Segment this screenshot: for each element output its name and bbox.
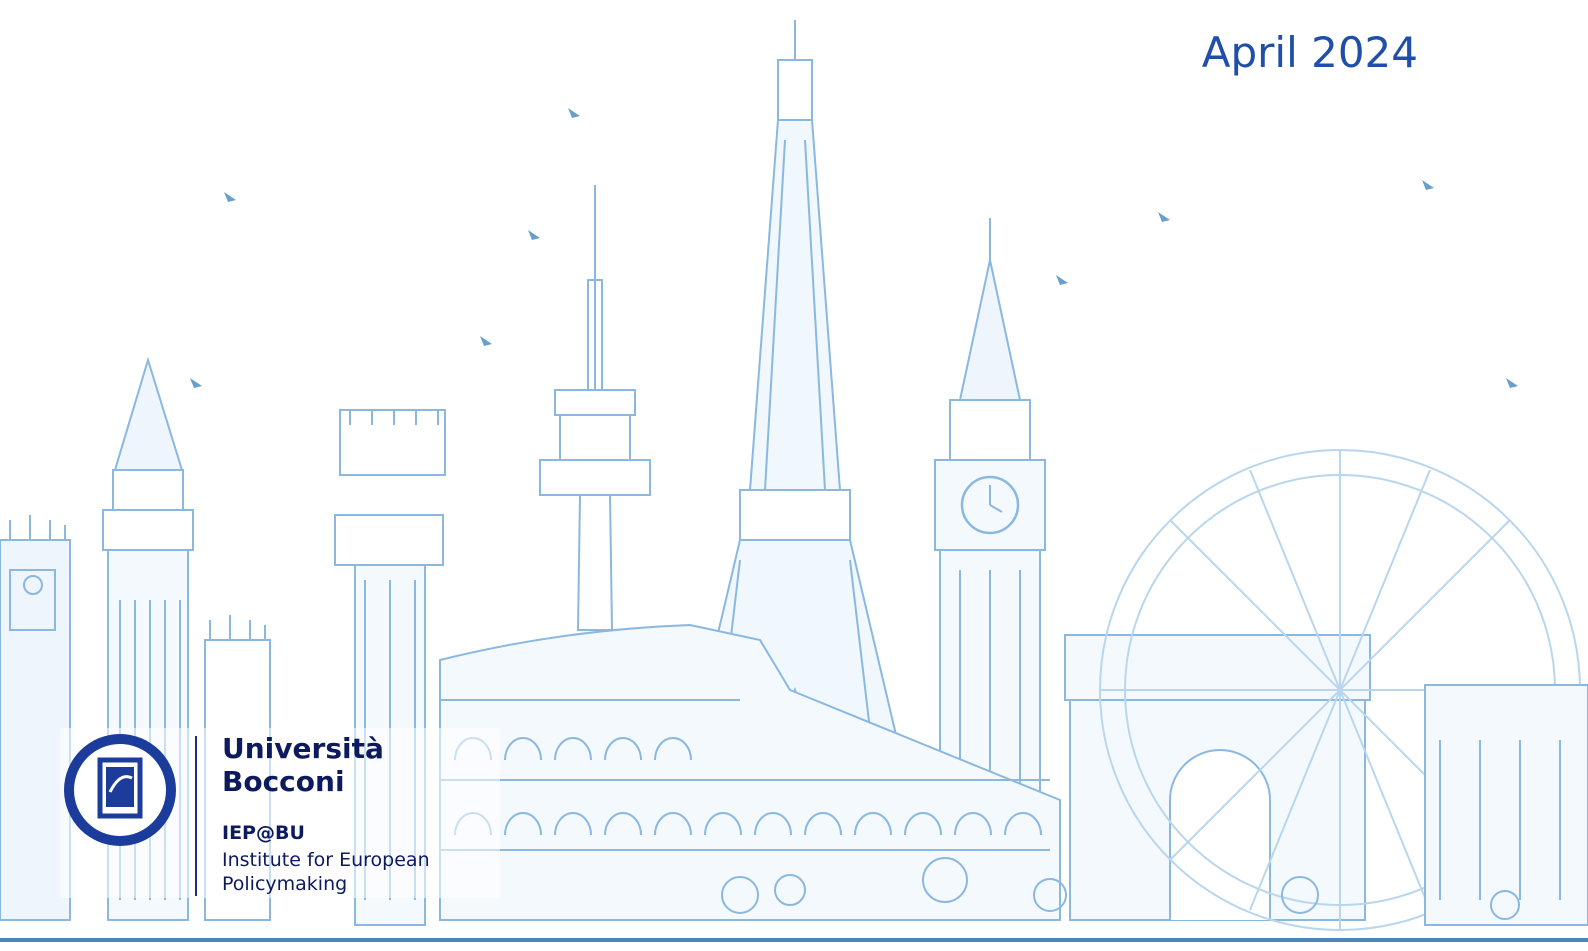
institute-acronym: IEP@BU xyxy=(222,822,305,844)
arc-de-triomphe xyxy=(1064,634,1371,921)
bird-icon xyxy=(190,108,1518,388)
logo-divider xyxy=(195,736,197,896)
tv-tower xyxy=(539,185,651,631)
report-date: April 2024 xyxy=(1201,28,1418,77)
institute-name-line1: Institute for European xyxy=(222,849,430,871)
university-name-line2: Bocconi xyxy=(222,765,345,798)
university-name: Università Bocconi xyxy=(222,732,384,798)
university-name-line1: Università xyxy=(222,732,384,765)
institute-name-line2: Policymaking xyxy=(222,873,348,895)
right-building xyxy=(1424,684,1588,926)
university-seal-icon xyxy=(64,734,176,846)
institute-name: Institute for European Policymaking xyxy=(222,848,430,896)
bocconi-logo: Università Bocconi IEP@BU Institute for … xyxy=(60,728,500,898)
